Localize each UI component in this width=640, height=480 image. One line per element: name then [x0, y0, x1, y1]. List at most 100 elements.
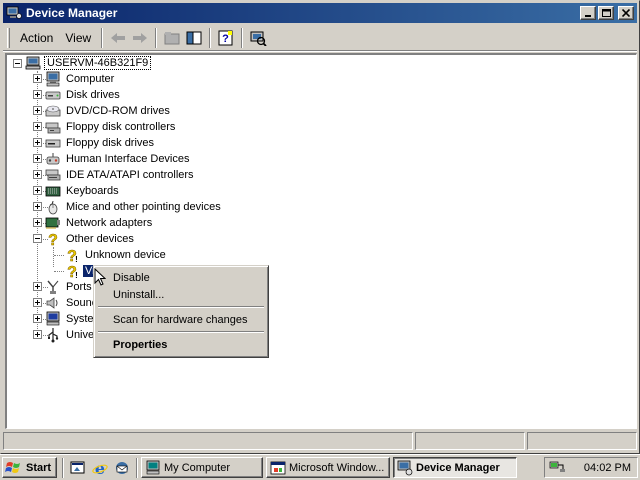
category-row[interactable]: Keyboards [45, 183, 121, 199]
status-panel-2 [415, 432, 525, 450]
forward-arrow-icon[interactable] [129, 27, 151, 49]
category-expander-4[interactable] [33, 138, 42, 147]
toolbar: Action View ? [3, 25, 637, 51]
category-row[interactable]: IDE ATA/ATAPI controllers [45, 167, 196, 183]
category-row[interactable]: Disk drives [45, 87, 122, 103]
category-expander-8[interactable] [33, 202, 42, 211]
my-computer-icon [145, 460, 161, 476]
ctx-uninstall[interactable]: Uninstall... [97, 286, 265, 303]
device-manager-icon [6, 6, 22, 20]
category-expander-10[interactable] [33, 234, 42, 243]
category-row[interactable]: Mice and other pointing devices [45, 199, 223, 215]
ctx-scan-hardware[interactable]: Scan for hardware changes [97, 311, 265, 328]
category-label: DVD/CD-ROM drives [66, 105, 170, 117]
clock[interactable]: 04:02 PM [584, 462, 631, 474]
system-icon [45, 311, 61, 327]
device-tree[interactable]: USERVM-46B321F9 Computer Disk drives DVD/C… [5, 53, 637, 429]
category-row[interactable]: DVD/CD-ROM drives [45, 103, 172, 119]
show-hide-tree-icon[interactable] [183, 27, 205, 49]
menu-action[interactable]: Action [14, 29, 59, 47]
category-label: Floppy disk controllers [66, 121, 176, 133]
category-row[interactable]: Floppy disk drives [45, 135, 156, 151]
toolbar-separator [209, 27, 212, 48]
close-button[interactable] [618, 6, 634, 20]
taskbar-button[interactable]: My Computer [141, 457, 263, 478]
category-expander-13[interactable] [33, 314, 42, 323]
category-row[interactable]: Syster [45, 311, 99, 327]
device-row[interactable]: ?! Unknown device [64, 247, 168, 263]
disk-drive-icon [45, 87, 61, 103]
back-arrow-icon[interactable] [107, 27, 129, 49]
outlook-express-icon[interactable] [113, 459, 131, 477]
category-label: Disk drives [66, 89, 120, 101]
category-row[interactable]: Floppy disk controllers [45, 119, 177, 135]
status-bar [3, 431, 637, 451]
category-row[interactable]: Human Interface Devices [45, 151, 192, 167]
floppy-icon [45, 135, 61, 151]
category-row[interactable]: Sounc [45, 295, 99, 311]
category-expander-9[interactable] [33, 218, 42, 227]
category-row[interactable]: ? Other devices [45, 231, 136, 247]
unknown-device-icon: ?! [64, 263, 80, 279]
up-folder-icon[interactable] [161, 27, 183, 49]
taskbar-button[interactable]: Device Manager [393, 457, 517, 478]
tree-connector [54, 271, 64, 272]
cdrom-icon [45, 103, 61, 119]
taskbar-separator [136, 457, 138, 478]
title-bar[interactable]: Device Manager [3, 3, 637, 23]
category-expander-5[interactable] [33, 154, 42, 163]
svg-text:!: ! [75, 255, 78, 263]
category-expander-3[interactable] [33, 122, 42, 131]
show-desktop-icon[interactable] [69, 459, 87, 477]
category-expander-12[interactable] [33, 298, 42, 307]
category-label: Keyboards [66, 185, 119, 197]
start-button[interactable]: Start [2, 457, 57, 478]
category-row[interactable]: Ports [45, 279, 94, 295]
toolbar-grip[interactable] [7, 27, 10, 48]
context-menu: Disable Uninstall... Scan for hardware c… [93, 265, 269, 358]
help-icon[interactable]: ? [215, 27, 237, 49]
hid-icon [45, 151, 61, 167]
category-expander-14[interactable] [33, 330, 42, 339]
device-label: Unknown device [85, 249, 166, 261]
ctx-properties[interactable]: Properties [97, 336, 265, 353]
unknown-device-icon: ?! [64, 247, 80, 263]
category-row[interactable]: Network adapters [45, 215, 154, 231]
category-expander-11[interactable] [33, 282, 42, 291]
svg-text:!: ! [75, 271, 78, 279]
svg-text:?: ? [48, 232, 58, 247]
ctx-separator [98, 306, 264, 308]
category-label: Ports [66, 281, 92, 293]
tree-root[interactable]: USERVM-46B321F9 [25, 55, 152, 71]
question-icon: ? [45, 231, 61, 247]
network-tray-icon[interactable] [549, 459, 565, 476]
maximize-button[interactable] [598, 6, 614, 20]
usb-icon [45, 327, 61, 343]
root-collapse-toggle[interactable] [13, 59, 22, 68]
sound-icon [45, 295, 61, 311]
root-label: USERVM-46B321F9 [44, 56, 152, 70]
category-label: Mice and other pointing devices [66, 201, 221, 213]
category-row[interactable]: Univer [45, 327, 100, 343]
taskbar-button-label: Microsoft Window... [289, 461, 385, 474]
taskbar-separator [62, 457, 64, 478]
category-row[interactable]: Computer [45, 71, 116, 87]
category-expander-6[interactable] [33, 170, 42, 179]
minimize-button[interactable] [580, 6, 596, 20]
taskbar-button[interactable]: Microsoft Window... [266, 457, 390, 478]
internet-explorer-icon[interactable]: e [91, 459, 109, 477]
category-label: Human Interface Devices [66, 153, 190, 165]
category-expander-1[interactable] [33, 90, 42, 99]
category-label: IDE ATA/ATAPI controllers [66, 169, 194, 181]
category-expander-2[interactable] [33, 106, 42, 115]
tree-connector [53, 247, 54, 267]
scan-hardware-icon[interactable] [247, 27, 269, 49]
taskbar: Start e My Computer Microsoft Window... De… [0, 454, 640, 480]
category-expander-7[interactable] [33, 186, 42, 195]
category-expander-0[interactable] [33, 74, 42, 83]
toolbar-separator [155, 27, 158, 48]
computer-icon [25, 55, 41, 71]
port-icon [45, 279, 61, 295]
ctx-disable[interactable]: Disable [97, 269, 265, 286]
menu-view[interactable]: View [59, 29, 97, 47]
